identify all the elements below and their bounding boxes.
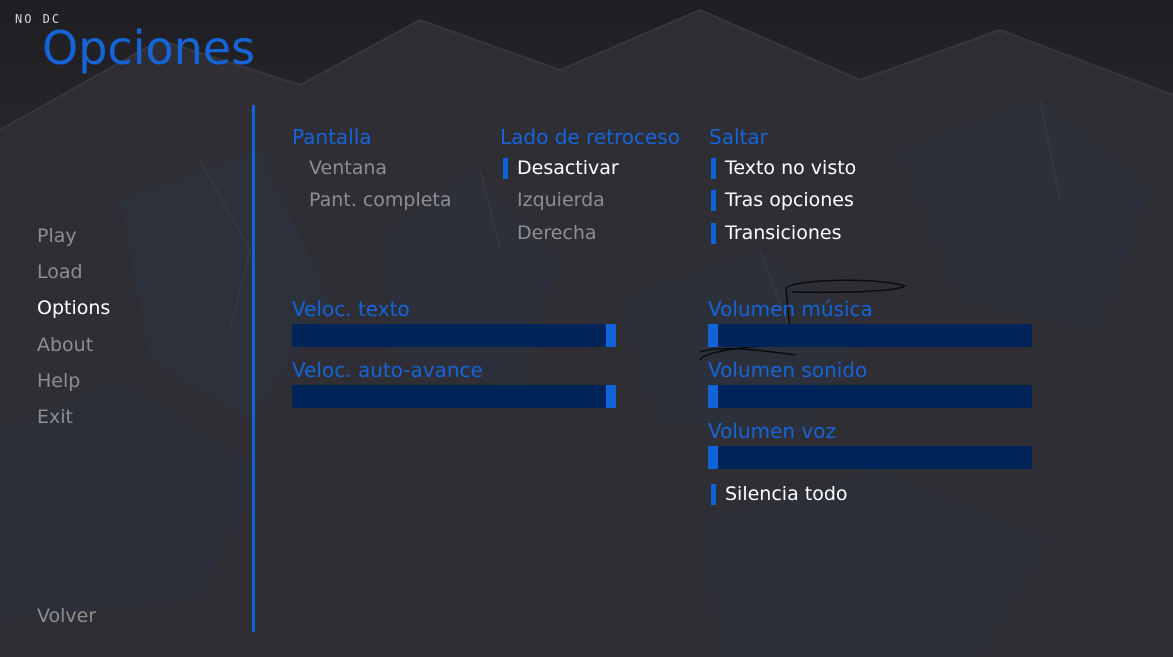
music-volume-slider[interactable] bbox=[708, 324, 1032, 347]
nav-item-about[interactable]: About bbox=[37, 333, 93, 357]
nav-item-load[interactable]: Load bbox=[37, 260, 83, 284]
skip-option-transitions[interactable]: Transiciones bbox=[711, 221, 842, 245]
back-button[interactable]: Volver bbox=[37, 604, 96, 628]
rollback-option-left[interactable]: Izquierda bbox=[517, 188, 605, 212]
option-label: Desactivar bbox=[517, 157, 619, 179]
sound-volume-label: Volumen sonido bbox=[708, 358, 868, 382]
option-label: Pant. completa bbox=[309, 189, 452, 211]
option-label: Texto no visto bbox=[725, 157, 857, 179]
auto-forward-slider[interactable] bbox=[292, 385, 616, 408]
nav-item-exit[interactable]: Exit bbox=[37, 405, 73, 429]
skip-option-unseen-text[interactable]: Texto no visto bbox=[711, 156, 857, 180]
sound-volume-slider[interactable] bbox=[708, 385, 1032, 408]
music-volume-label: Volumen música bbox=[708, 297, 873, 321]
rollback-option-right[interactable]: Derecha bbox=[517, 221, 597, 245]
option-label: Izquierda bbox=[517, 189, 605, 211]
text-speed-slider[interactable] bbox=[292, 324, 616, 347]
checked-marker bbox=[711, 484, 716, 505]
mute-all-checkbox[interactable]: Silencia todo bbox=[711, 482, 848, 506]
checked-marker bbox=[711, 158, 716, 179]
option-label: Ventana bbox=[309, 157, 388, 179]
text-speed-label: Veloc. texto bbox=[292, 297, 410, 321]
checked-marker bbox=[711, 223, 716, 244]
slider-thumb[interactable] bbox=[708, 385, 718, 408]
option-label: Derecha bbox=[517, 222, 597, 244]
display-heading: Pantalla bbox=[292, 125, 372, 149]
nav-item-options[interactable]: Options bbox=[37, 296, 110, 320]
option-label: Tras opciones bbox=[725, 189, 854, 211]
option-label: Silencia todo bbox=[725, 483, 848, 505]
display-option-fullscreen[interactable]: Pant. completa bbox=[309, 188, 452, 212]
page-title: Opciones bbox=[42, 21, 256, 75]
skip-option-after-choices[interactable]: Tras opciones bbox=[711, 188, 854, 212]
rollback-option-disable[interactable]: Desactivar bbox=[503, 156, 619, 180]
voice-volume-slider[interactable] bbox=[708, 446, 1032, 469]
option-label: Transiciones bbox=[725, 222, 842, 244]
slider-thumb[interactable] bbox=[708, 446, 718, 469]
slider-thumb[interactable] bbox=[606, 324, 616, 347]
display-option-window[interactable]: Ventana bbox=[309, 156, 387, 180]
slider-thumb[interactable] bbox=[606, 385, 616, 408]
navigation-divider bbox=[252, 105, 255, 632]
voice-volume-label: Volumen voz bbox=[708, 419, 836, 443]
nav-item-help[interactable]: Help bbox=[37, 369, 80, 393]
auto-forward-label: Veloc. auto-avance bbox=[292, 358, 483, 382]
selected-marker bbox=[503, 158, 508, 179]
nav-item-play[interactable]: Play bbox=[37, 224, 77, 248]
slider-thumb[interactable] bbox=[708, 324, 718, 347]
checked-marker bbox=[711, 190, 716, 211]
skip-heading: Saltar bbox=[709, 125, 768, 149]
rollback-heading: Lado de retroceso bbox=[500, 125, 680, 149]
